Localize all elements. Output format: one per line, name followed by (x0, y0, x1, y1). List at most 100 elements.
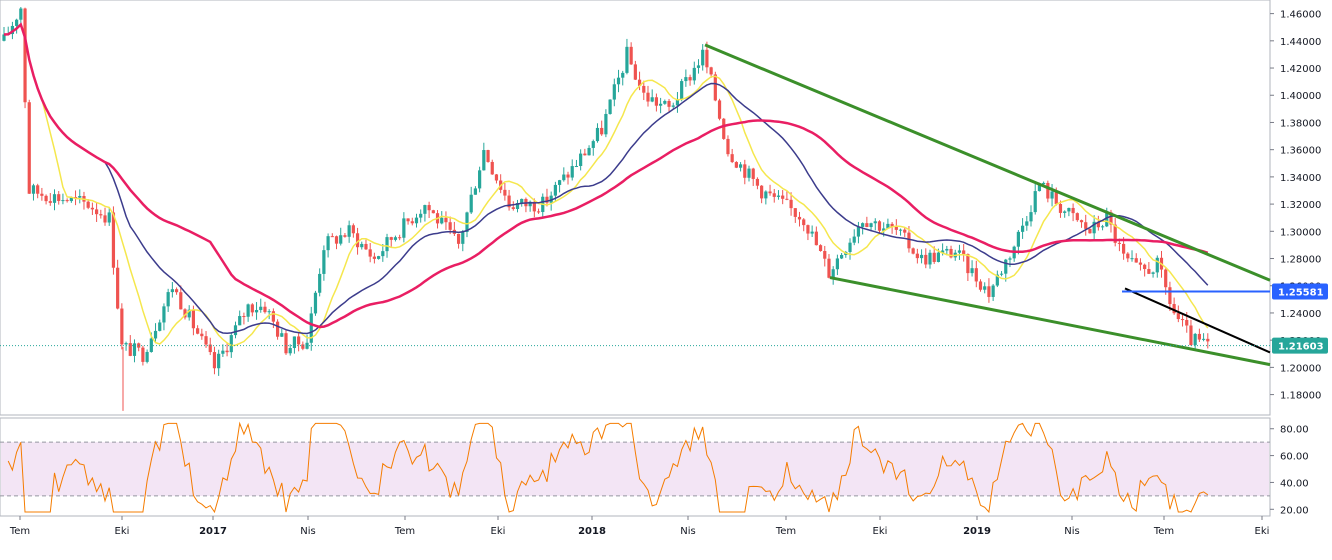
time-tick-label: Eki (1255, 526, 1270, 537)
price-tick-label: 1.38000 (1280, 118, 1321, 129)
candle-body (1033, 191, 1037, 213)
candle-body (553, 184, 557, 196)
candle-body (869, 223, 873, 228)
candle-body (810, 231, 814, 234)
candle-body (692, 67, 696, 81)
candle-body (654, 97, 659, 106)
candle-body (932, 252, 936, 262)
candle-body (1054, 191, 1058, 205)
candle-body (204, 336, 208, 345)
candle-body (1046, 182, 1050, 199)
price-tick-label: 1.20000 (1280, 363, 1321, 374)
candle-body (776, 195, 781, 197)
time-tick-label: Nis (1064, 526, 1079, 537)
candle-body (1029, 212, 1033, 222)
candle-body (410, 221, 414, 224)
candle-body (23, 8, 27, 103)
candle-body (31, 185, 36, 194)
candle-body (835, 258, 839, 270)
candle-body (924, 254, 928, 265)
candle-body (738, 164, 743, 168)
candle-body (347, 225, 351, 237)
candle-body (1117, 242, 1122, 244)
candle-body (785, 198, 789, 200)
candle-body (233, 325, 238, 336)
candle-body (797, 216, 802, 220)
candle-body (174, 289, 179, 293)
candle-body (322, 250, 326, 274)
candle-body (751, 168, 755, 179)
candle-body (1067, 207, 1071, 212)
oscillator-panel (0, 417, 1271, 517)
candle-body (764, 191, 768, 199)
time-tick-label: Tem (9, 526, 30, 537)
price-tick-label: 1.36000 (1280, 146, 1321, 157)
candle-body (852, 236, 856, 243)
candle (313, 290, 318, 316)
candle-body (1058, 204, 1063, 213)
candle-body (873, 221, 877, 224)
candle-body (818, 245, 823, 252)
candle-body (141, 347, 145, 362)
candle (818, 244, 823, 252)
candle-body (465, 212, 469, 232)
candle-body (991, 285, 995, 297)
candle-body (600, 127, 604, 135)
candle-body (629, 46, 633, 65)
candle-body (103, 215, 107, 223)
candle-body (1151, 272, 1155, 274)
time-tick-label: 2017 (199, 526, 227, 537)
candle-body (747, 168, 751, 178)
level-price-badge: 1.25581 (1272, 283, 1328, 300)
candle-body (242, 316, 246, 318)
candle-body (1100, 226, 1105, 228)
candle-body (254, 309, 259, 313)
candle-body (486, 150, 490, 162)
candle-body (427, 205, 431, 211)
candle-body (120, 308, 124, 345)
candle-body (1020, 225, 1025, 232)
time-tick-label: Tem (394, 526, 415, 537)
price-tick-label: 1.30000 (1280, 227, 1321, 238)
candle-body (911, 248, 915, 254)
candle-body (970, 268, 974, 274)
candle-body (330, 236, 334, 238)
candle-body (124, 343, 128, 345)
candle-body (574, 165, 579, 167)
candle-body (587, 147, 591, 156)
candle-body (128, 343, 132, 356)
candle-body (246, 304, 250, 317)
candle-body (482, 150, 486, 171)
candle-body (217, 353, 221, 369)
candle-body (280, 333, 284, 337)
candle-body (734, 162, 738, 168)
candle-body (225, 350, 229, 353)
candle-body (625, 46, 629, 73)
candle-body (334, 236, 339, 244)
candle-body (696, 65, 701, 68)
price-tick-label: 1.46000 (1280, 10, 1321, 21)
candle-body (238, 316, 242, 326)
time-tick-label: 2018 (578, 526, 606, 537)
candle-body (292, 336, 297, 349)
price-tick-label: 1.32000 (1280, 200, 1321, 211)
candle-body (772, 193, 776, 197)
candle-body (153, 330, 158, 339)
time-axis: Tem Eki 2017 Nis Tem Eki 2018 Nis Tem Eki 2019 Nis T… (0, 515, 1270, 537)
candle-body (974, 268, 978, 282)
candle-body (351, 225, 355, 234)
candle-body (431, 210, 435, 214)
candle-body (962, 250, 966, 255)
candle-body (444, 217, 448, 223)
candle-body (936, 252, 941, 262)
candle-body (983, 286, 987, 290)
candle (27, 99, 31, 194)
candle-body (36, 185, 40, 194)
candle-body (1193, 333, 1197, 346)
candle-body (717, 100, 722, 119)
candle-body (360, 243, 364, 248)
candle-body (659, 103, 663, 106)
time-tick-label: Eki (491, 526, 506, 537)
candle-body (570, 166, 574, 178)
candle-body (591, 141, 595, 148)
